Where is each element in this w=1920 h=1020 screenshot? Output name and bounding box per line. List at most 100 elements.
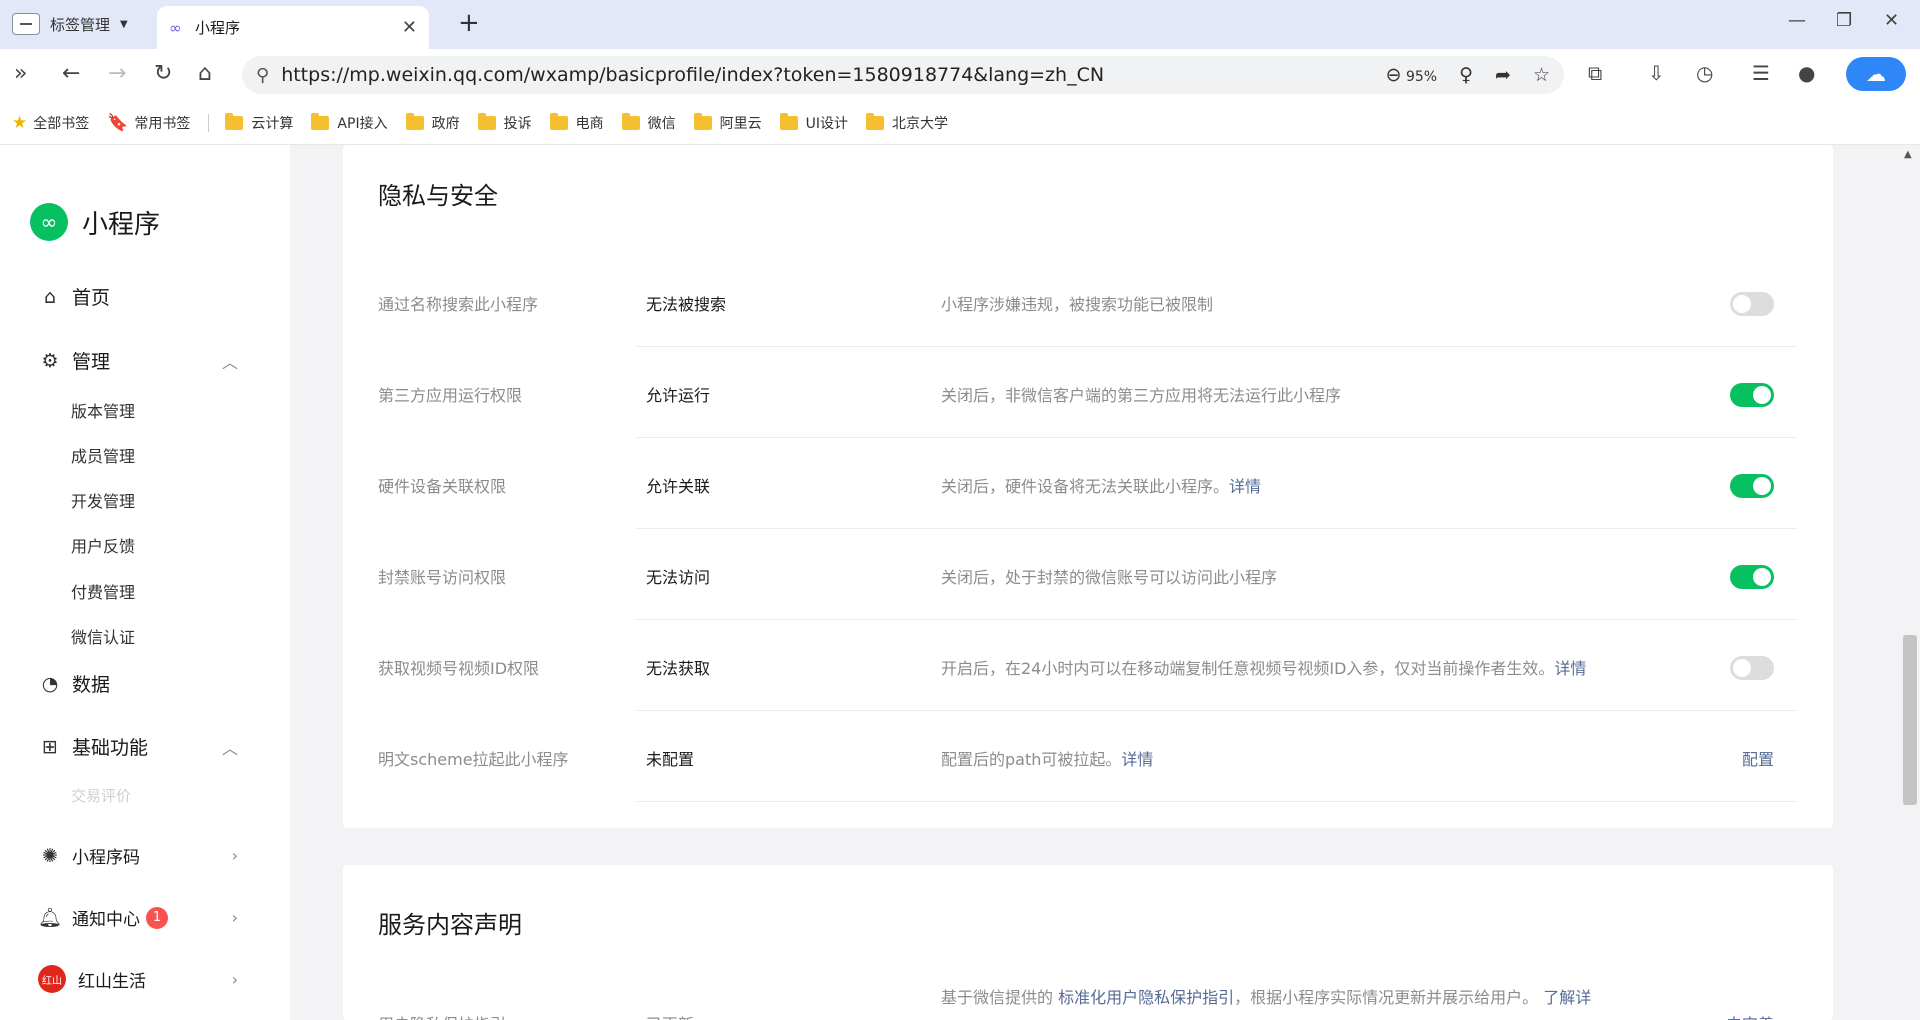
address-bar[interactable]: ⚲ https://mp.weixin.qq.com/wxamp/basicpr…	[242, 56, 1564, 94]
row-label: 获取视频号视频ID权限	[378, 659, 540, 678]
folder-icon	[549, 112, 568, 130]
hardware-link-toggle[interactable]	[1730, 474, 1774, 498]
miniprogram-favicon-icon: ∞	[169, 18, 182, 37]
sidebar-item-data[interactable]: ◔ 数据	[38, 670, 238, 697]
restore-icon[interactable]: ❐	[1836, 10, 1852, 31]
user-avatar-icon[interactable]: ●	[1798, 61, 1815, 85]
bookmark-folder[interactable]: 电商	[549, 112, 604, 133]
privacy-guide-link[interactable]: 标准化用户隐私保护指引	[1058, 988, 1234, 1007]
sidebar-item-version[interactable]: 版本管理	[71, 398, 135, 422]
description-text: 关闭后，硬件设备将无法关联此小程序。	[941, 477, 1230, 496]
new-tab-icon[interactable]: +	[458, 8, 480, 38]
close-tab-icon[interactable]: ✕	[402, 17, 417, 38]
chevron-up-icon[interactable]: ︿	[222, 349, 238, 373]
sidebar-toggle-icon[interactable]	[12, 13, 40, 35]
download-icon[interactable]: ⇩	[1648, 61, 1665, 85]
bookmark-label: 阿里云	[719, 115, 762, 132]
privacy-security-card: 隐私与安全 通过名称搜索此小程序 无法被搜索 小程序涉嫌违规，被搜索功能已被限制…	[343, 145, 1833, 828]
sidebar-item-home[interactable]: ⌂ 首页	[38, 283, 238, 310]
bookmark-label: 北京大学	[891, 115, 948, 132]
row-value: 无法访问	[646, 568, 711, 587]
bookmark-folder[interactable]: 北京大学	[865, 112, 948, 133]
third-party-run-toggle[interactable]	[1730, 383, 1774, 407]
sidebar-item-manage[interactable]: ⚙ 管理 ︿	[38, 347, 238, 374]
cloud-sync-button[interactable]: ☁	[1846, 57, 1906, 91]
extensions-icon[interactable]: ⧉	[1588, 61, 1602, 85]
row-description: 小程序涉嫌违规，被搜索功能已被限制	[941, 291, 1213, 315]
bookmark-all[interactable]: ★ 全部书签	[12, 113, 89, 133]
chevron-up-icon[interactable]: ︿	[222, 735, 238, 759]
tab-group-manager[interactable]: 标签管理 ▼	[12, 10, 128, 38]
back-icon[interactable]: ←	[62, 61, 80, 86]
bookmark-folder[interactable]: 阿里云	[693, 112, 762, 133]
sidebar-item-label: 小程序码	[72, 848, 140, 868]
chevron-right-icon[interactable]: ›	[232, 846, 238, 865]
bookmark-common[interactable]: 🔖 常用书签	[107, 113, 190, 133]
location-pin-icon[interactable]: ♀	[1459, 64, 1473, 86]
configure-link[interactable]: 配置	[1742, 746, 1774, 770]
grid-icon: ⊞	[42, 735, 58, 758]
sidebar-item-notice[interactable]: 🔔︎ 通知中心 1 ›	[38, 905, 238, 930]
sidebar-item-basic[interactable]: ⊞ 基础功能 ︿	[38, 733, 238, 760]
menu-icon[interactable]: ☰	[1752, 61, 1770, 85]
cloud-icon: ☁	[1866, 62, 1886, 86]
chevron-down-icon[interactable]: ▼	[120, 19, 128, 30]
sidebar-item-payment[interactable]: 付费管理	[71, 579, 135, 603]
banned-account-toggle[interactable]	[1730, 565, 1774, 589]
app-logo[interactable]: ∞ 小程序	[30, 203, 160, 241]
reload-icon[interactable]: ↻	[154, 61, 172, 86]
row-value: 已更新	[646, 1011, 694, 1020]
service-declaration-card: 服务内容声明 用户隐私保护指引 已更新 基于微信提供的 标准化用户隐私保护指引，…	[343, 865, 1833, 1020]
search-icon: ⚲	[256, 64, 270, 86]
details-link[interactable]: 详情	[1229, 477, 1261, 496]
bookmark-folder[interactable]: 政府	[405, 112, 460, 133]
learn-more-link[interactable]: 了解详	[1543, 988, 1591, 1007]
history-icon[interactable]: ◷	[1696, 61, 1713, 85]
bookmark-folder[interactable]: 投诉	[477, 112, 532, 133]
tab-group-label[interactable]: 标签管理	[50, 14, 110, 35]
complete-link[interactable]: 去完善	[1726, 1011, 1774, 1020]
search-permission-toggle[interactable]	[1730, 292, 1774, 316]
bookmark-folder[interactable]: UI设计	[779, 112, 848, 133]
sidebar-item-verify[interactable]: 微信认证	[71, 624, 135, 648]
sidebar-item-label: 管理	[72, 351, 111, 373]
sidebar-item-label: 通知中心	[72, 910, 140, 930]
sidebar-item-review[interactable]: 交易评价	[71, 785, 131, 806]
tab-miniprogram[interactable]: ∞ 小程序 ✕	[157, 6, 429, 49]
expand-sidebar-icon[interactable]: »	[14, 61, 27, 86]
bookmark-folder[interactable]: 云计算	[225, 112, 293, 133]
sidebar-item-qrcode[interactable]: ✺ 小程序码 ›	[38, 843, 238, 869]
details-link[interactable]: 详情	[1121, 750, 1153, 769]
bookmark-folder[interactable]: 微信	[621, 112, 676, 133]
url-text[interactable]: https://mp.weixin.qq.com/wxamp/basicprof…	[281, 64, 1104, 86]
sidebar-account[interactable]: 红山 红山生活 ›	[38, 965, 238, 993]
video-id-toggle[interactable]	[1730, 656, 1774, 680]
page-scrollbar[interactable]: ▲	[1900, 145, 1920, 1020]
bookmark-label: 微信	[647, 115, 676, 132]
gear-icon: ⚙	[41, 349, 59, 372]
chevron-right-icon[interactable]: ›	[232, 970, 238, 989]
chevron-right-icon[interactable]: ›	[232, 908, 238, 927]
home-icon: ⌂	[43, 285, 57, 308]
folder-icon	[477, 112, 496, 130]
details-link[interactable]: 详情	[1554, 659, 1586, 678]
share-icon[interactable]: ➦	[1495, 64, 1511, 86]
sidebar-item-members[interactable]: 成员管理	[71, 443, 135, 467]
row-description: 关闭后，硬件设备将无法关联此小程序。详情	[941, 473, 1261, 497]
sidebar-item-dev[interactable]: 开发管理	[71, 488, 135, 512]
pie-chart-icon: ◔	[41, 672, 59, 695]
minimize-icon[interactable]: —	[1788, 10, 1806, 31]
scroll-up-icon[interactable]: ▲	[1904, 149, 1912, 160]
zoom-out-icon[interactable]: ⊖	[1386, 64, 1402, 86]
bookmark-label: UI设计	[805, 115, 848, 132]
bookmark-folder[interactable]: API接入	[311, 112, 388, 133]
favorite-star-icon[interactable]: ☆	[1533, 64, 1550, 86]
forward-icon[interactable]: →	[108, 61, 126, 86]
folder-icon	[779, 112, 798, 130]
sidebar-item-label: 数据	[72, 674, 111, 696]
home-icon[interactable]: ⌂	[198, 61, 212, 86]
sidebar-item-feedback[interactable]: 用户反馈	[71, 533, 135, 557]
zoom-control[interactable]: ⊖ 95%	[1386, 64, 1438, 86]
window-close-icon[interactable]: ✕	[1884, 10, 1899, 31]
scrollbar-thumb[interactable]	[1903, 635, 1917, 805]
